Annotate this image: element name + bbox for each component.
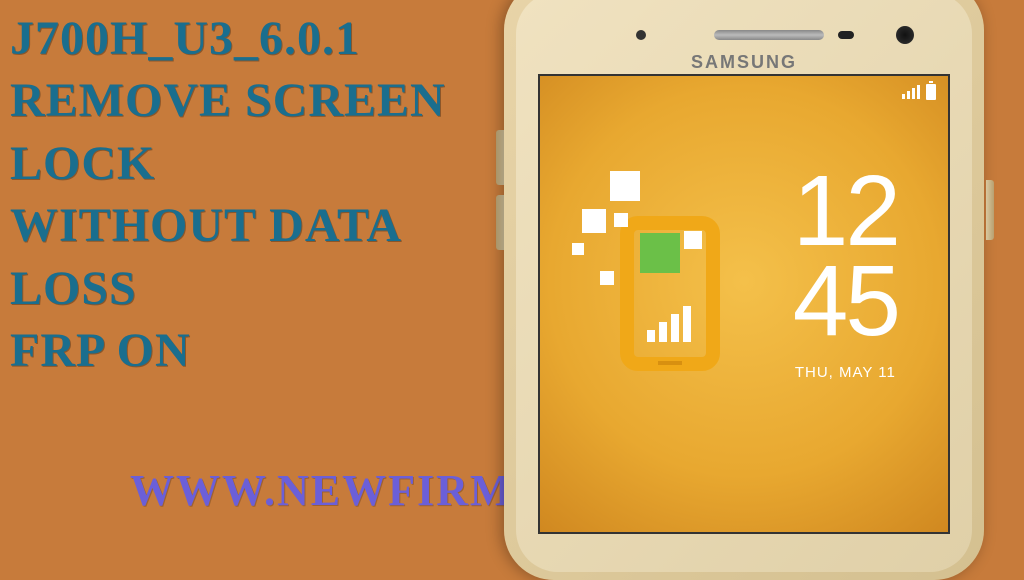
pixel-icon [582,209,606,233]
promo-line-5: LOSS [10,258,446,320]
pixel-icon [610,171,640,201]
signal-bars-icon [647,306,691,342]
volume-down-button [496,195,504,250]
power-button [986,180,994,240]
pixel-icon [600,271,614,285]
signal-icon [902,85,920,99]
status-bar [902,84,936,100]
promo-line-6: FRP ON [10,320,446,382]
clock-minutes: 45 [793,256,898,346]
phone-mockup: SAMSUNG 12 45 THU, MAY 11 [464,0,1024,560]
brand-label: SAMSUNG [691,52,797,73]
phone-top-bar: SAMSUNG [524,0,964,70]
front-camera-icon [896,26,914,44]
clock-date: THU, MAY 11 [793,364,898,381]
widget-graphic [562,161,742,381]
pixel-icon [684,231,702,249]
promo-line-4: WITHOUT DATA [10,195,446,257]
battery-icon [926,84,936,100]
speaker-grill [714,30,824,40]
promo-text: J700H_U3_6.0.1 REMOVE SCREEN LOCK WITHOU… [10,8,446,382]
promo-line-3: LOCK [10,133,446,195]
proximity-sensor [838,31,854,39]
lock-screen-clock: 12 45 THU, MAY 11 [793,166,898,381]
clock-hours: 12 [793,166,898,256]
volume-up-button [496,130,504,185]
promo-line-2: REMOVE SCREEN [10,70,446,132]
pixel-icon [614,213,628,227]
sensor-icon [636,30,646,40]
green-square-icon [640,233,680,273]
pixel-icon [572,243,584,255]
phone-screen: 12 45 THU, MAY 11 [538,74,950,534]
promo-line-1: J700H_U3_6.0.1 [10,8,446,70]
